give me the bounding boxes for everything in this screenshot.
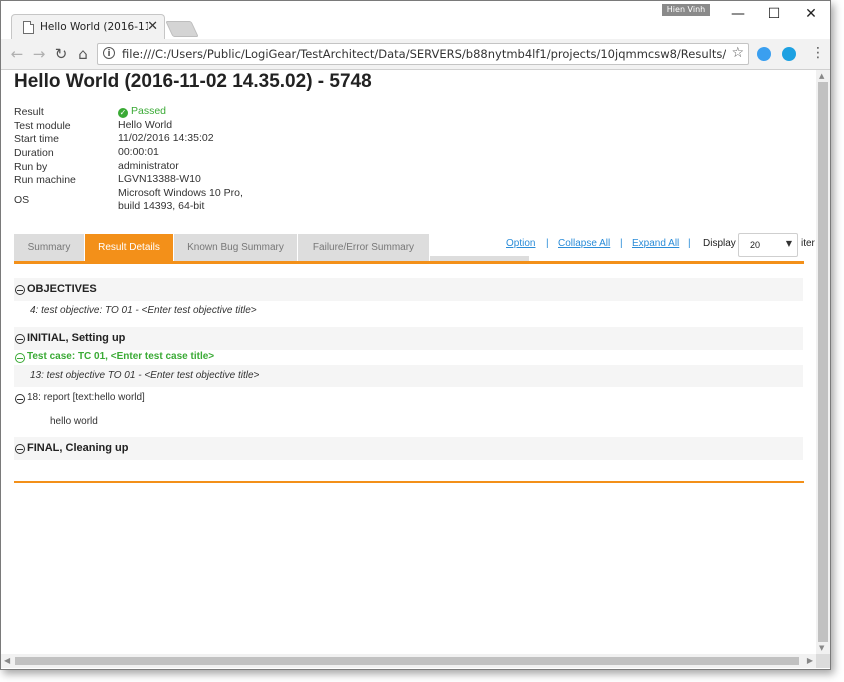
- page-title: Hello World (2016-11-02 14.35.02) - 5748: [14, 71, 372, 92]
- scroll-up-icon[interactable]: ▲: [819, 72, 824, 80]
- dropdown-arrow-icon: ▼: [785, 239, 792, 248]
- collapse-all-link[interactable]: Collapse All: [558, 238, 610, 249]
- link-separator: |: [546, 238, 549, 249]
- meta-value-test-module: Hello World: [118, 119, 173, 131]
- forward-icon[interactable]: →: [30, 45, 48, 63]
- footer-divider: [14, 481, 804, 483]
- display-suffix: iter: [801, 238, 815, 249]
- expand-all-link[interactable]: Expand All: [632, 238, 679, 249]
- horizontal-scroll-thumb[interactable]: [15, 657, 799, 665]
- collapse-icon[interactable]: [15, 334, 25, 344]
- minimize-icon[interactable]: —: [728, 6, 748, 22]
- meta-value-start-time: 11/02/2016 14:35:02: [118, 132, 214, 144]
- meta-value-os-line2: build 14393, 64-bit: [118, 200, 205, 212]
- browser-menu-icon[interactable]: ⋮: [811, 46, 825, 60]
- meta-label-result: Result: [14, 106, 44, 118]
- report-action-text: 18: report [text:hello world]: [27, 392, 145, 403]
- section-label: OBJECTIVES: [27, 283, 97, 295]
- test-case-label: Test case: TC 01, <Enter test case title…: [27, 351, 215, 362]
- user-badge[interactable]: Hien Vinh: [662, 4, 710, 16]
- test-case-header[interactable]: Test case: TC 01, <Enter test case title…: [14, 348, 803, 365]
- skype-extension-icon[interactable]: [782, 47, 796, 61]
- horizontal-scrollbar[interactable]: ◀ ▶: [1, 654, 816, 668]
- url-text[interactable]: file:///C:/Users/Public/LogiGear/TestArc…: [122, 47, 726, 61]
- check-icon: ✓: [118, 108, 128, 118]
- tab-summary[interactable]: Summary: [14, 234, 84, 261]
- vertical-scroll-thumb[interactable]: [818, 82, 828, 642]
- browser-toolbar: ← → ↻ ⌂ i file:///C:/Users/Public/LogiGe…: [1, 39, 830, 70]
- collapse-icon[interactable]: [15, 353, 25, 363]
- page-content: Hello World (2016-11-02 14.35.02) - 5748…: [1, 70, 816, 654]
- section-objectives[interactable]: OBJECTIVES: [14, 278, 803, 301]
- meta-label-run-by: Run by: [14, 161, 48, 173]
- meta-label-duration: Duration: [14, 147, 54, 159]
- meta-label-os: OS: [14, 194, 30, 206]
- link-separator: |: [620, 238, 623, 249]
- reload-icon[interactable]: ↻: [52, 45, 70, 63]
- meta-value-duration: 00:00:01: [118, 146, 159, 158]
- status-passed: Passed: [131, 105, 167, 117]
- scroll-right-icon[interactable]: ▶: [807, 656, 813, 665]
- scroll-left-icon[interactable]: ◀: [4, 656, 10, 665]
- section-initial[interactable]: INITIAL, Setting up: [14, 327, 803, 350]
- objective-text: 4: test objective: TO 01 - <Enter test o…: [30, 305, 257, 316]
- section-label: INITIAL, Setting up: [27, 332, 126, 344]
- browser-window: Hello World (2016-11-02 ✕ Hien Vinh — ☐ …: [0, 0, 831, 670]
- meta-value-run-machine: LGVN13388-W10: [118, 173, 201, 185]
- bookmark-star-icon[interactable]: ☆: [731, 45, 744, 61]
- option-link[interactable]: Option: [506, 238, 535, 249]
- tab-known-bug-summary[interactable]: Known Bug Summary: [174, 234, 297, 261]
- vertical-scrollbar[interactable]: ▲ ▼: [816, 70, 830, 654]
- tab-failure-error-summary[interactable]: Failure/Error Summary: [298, 234, 429, 261]
- display-count-select[interactable]: 20 ▼: [738, 233, 798, 257]
- section-label: FINAL, Cleaning up: [27, 442, 129, 454]
- meta-value-os-line1: Microsoft Windows 10 Pro,: [118, 187, 243, 199]
- browser-tab[interactable]: Hello World (2016-11-02 ✕: [11, 14, 165, 40]
- test-case-objective-row: 13: test objective TO 01 - <Enter test o…: [14, 365, 803, 387]
- meta-value-result: ✓ Passed: [118, 105, 166, 118]
- objective-row: 4: test objective: TO 01 - <Enter test o…: [14, 300, 803, 322]
- collapse-icon[interactable]: [15, 444, 25, 454]
- display-count-value: 20: [750, 240, 761, 250]
- info-icon[interactable]: i: [103, 47, 115, 59]
- tab-strip: Hello World (2016-11-02 ✕ Hien Vinh — ☐ …: [1, 1, 830, 40]
- report-action-row[interactable]: 18: report [text:hello world]: [14, 390, 803, 406]
- test-case-objective-text: 13: test objective TO 01 - <Enter test o…: [30, 370, 260, 381]
- meta-label-test-module: Test module: [14, 120, 71, 132]
- report-output-text: hello world: [50, 416, 98, 427]
- collapse-icon[interactable]: [15, 285, 25, 295]
- new-tab-button[interactable]: [165, 21, 199, 37]
- meta-label-run-machine: Run machine: [14, 174, 76, 186]
- close-window-icon[interactable]: ✕: [801, 6, 821, 22]
- cloud-extension-icon[interactable]: [757, 47, 771, 61]
- address-bar[interactable]: i file:///C:/Users/Public/LogiGear/TestA…: [97, 43, 749, 65]
- section-final[interactable]: FINAL, Cleaning up: [14, 437, 803, 460]
- display-label: Display: [703, 238, 736, 249]
- scrollbar-corner: [816, 654, 830, 668]
- document-icon: [23, 21, 34, 34]
- tab-result-details[interactable]: Result Details: [85, 234, 173, 261]
- collapse-icon[interactable]: [15, 394, 25, 404]
- tab-title: Hello World (2016-11-02: [40, 21, 148, 33]
- meta-label-start-time: Start time: [14, 133, 59, 145]
- home-icon[interactable]: ⌂: [74, 45, 92, 63]
- tab-underline: [14, 261, 804, 264]
- tab-close-icon[interactable]: ✕: [147, 19, 158, 34]
- meta-value-run-by: administrator: [118, 160, 179, 172]
- maximize-icon[interactable]: ☐: [764, 6, 784, 22]
- link-separator: |: [688, 238, 691, 249]
- scroll-down-icon[interactable]: ▼: [819, 644, 824, 652]
- back-icon[interactable]: ←: [8, 45, 26, 63]
